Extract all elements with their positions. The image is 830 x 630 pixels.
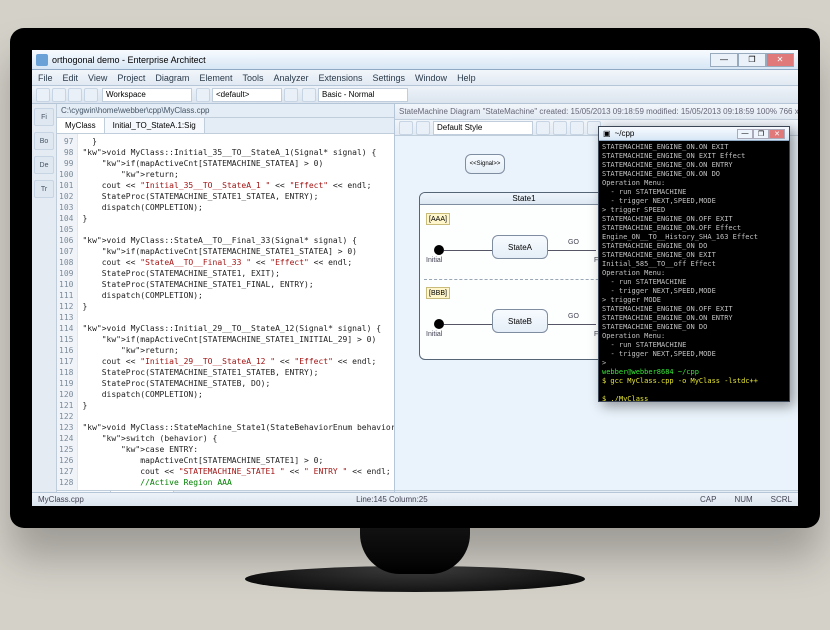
tb-print-icon[interactable]: [84, 88, 98, 102]
transition-line: [548, 324, 596, 325]
region-label-a: [AAA]: [426, 213, 450, 225]
perspective-select[interactable]: Workspace: [102, 88, 192, 102]
status-num: NUM: [734, 495, 752, 504]
status-cap: CAP: [700, 495, 716, 504]
tb-go-icon[interactable]: [284, 88, 298, 102]
tb-new-icon[interactable]: [36, 88, 50, 102]
state-b[interactable]: StateB: [492, 309, 548, 333]
menu-view[interactable]: View: [88, 73, 107, 83]
diagram-tb-icon[interactable]: [570, 121, 584, 135]
code-body[interactable]: 97 98 99 100 101 102 103 104 105 106 107…: [57, 134, 394, 490]
status-cursor: Line:145 Column:25: [356, 495, 428, 504]
console-close-button[interactable]: ✕: [769, 129, 785, 139]
menu-diagram[interactable]: Diagram: [155, 73, 189, 83]
menu-edit[interactable]: Edit: [63, 73, 79, 83]
editor-tabs: MyClassInitial_TO_StateA.1:Sig: [57, 118, 394, 134]
maximize-button[interactable]: ❐: [738, 53, 766, 67]
diagram-header: StateMachine Diagram "StateMachine" crea…: [395, 104, 798, 120]
code-text[interactable]: } "kw">void MyClass::Initial_35__TO__Sta…: [78, 134, 394, 490]
dock-bookm[interactable]: Bo: [34, 132, 54, 150]
state-a[interactable]: StateA: [492, 235, 548, 259]
menu-project[interactable]: Project: [117, 73, 145, 83]
console-window[interactable]: ▣ ~/cpp — ❐ ✕ STATEMACHINE_ENGINE_ON.ON …: [598, 126, 790, 402]
region-label-b: [BBB]: [426, 287, 450, 299]
diagram-style-select[interactable]: Default Style: [433, 121, 533, 135]
screen: orthogonal demo - Enterprise Architect —…: [32, 50, 798, 506]
signal-node[interactable]: <<Signal>>: [465, 154, 505, 174]
transition-line: [444, 250, 492, 251]
console-maximize-button[interactable]: ❐: [753, 129, 769, 139]
initial-label-a: Initial: [426, 257, 442, 264]
menu-tools[interactable]: Tools: [242, 73, 263, 83]
menu-bar[interactable]: File Edit View Project Diagram Element Tools An…: [32, 70, 798, 86]
transition-label-a: GO: [568, 239, 579, 246]
diagram-tb-icon[interactable]: [536, 121, 550, 135]
tb-open-icon[interactable]: [52, 88, 66, 102]
status-file: MyClass.cpp: [38, 495, 84, 504]
region-separator: [424, 279, 624, 280]
status-scrl: SCRL: [771, 495, 792, 504]
state-outer-title: State1: [420, 193, 628, 205]
menu-file[interactable]: File: [38, 73, 53, 83]
menu-extensions[interactable]: Extensions: [318, 73, 362, 83]
diagram-tb-icon[interactable]: [416, 121, 430, 135]
signal-label: <<Signal>>: [470, 161, 501, 167]
editor-tab[interactable]: Initial_TO_StateA.1:Sig: [105, 118, 205, 133]
dock-trace[interactable]: Tr: [34, 180, 54, 198]
tb-search-icon[interactable]: [196, 88, 210, 102]
window-title: orthogonal demo - Enterprise Architect: [52, 55, 206, 65]
initial-pseudostate-a[interactable]: [434, 245, 444, 255]
status-bar: MyClass.cpp Line:145 Column:25 CAP NUM S…: [32, 492, 798, 506]
menu-help[interactable]: Help: [457, 73, 476, 83]
dock-find[interactable]: Fi: [34, 108, 54, 126]
diagram-tb-icon[interactable]: [553, 121, 567, 135]
layout-select[interactable]: Basic - Normal: [318, 88, 408, 102]
state-a-label: StateA: [508, 243, 532, 252]
initial-label-b: Initial: [426, 331, 442, 338]
console-output[interactable]: STATEMACHINE_ENGINE_ON.ON EXIT STATEMACH…: [599, 141, 789, 401]
diagram-tb-icon[interactable]: [399, 121, 413, 135]
menu-settings[interactable]: Settings: [373, 73, 406, 83]
tb-save-icon[interactable]: [68, 88, 82, 102]
initial-pseudostate-b[interactable]: [434, 319, 444, 329]
transition-line: [548, 250, 596, 251]
editor-file-path: C:\cygwin\home\webber\cpp\MyClass.cpp: [57, 104, 394, 118]
diagram-title: StateMachine Diagram "StateMachine" crea…: [399, 107, 798, 116]
terminal-icon: ▣: [603, 129, 611, 138]
menu-window[interactable]: Window: [415, 73, 447, 83]
window-title-bar: orthogonal demo - Enterprise Architect —…: [32, 50, 798, 70]
minimize-button[interactable]: —: [710, 53, 738, 67]
console-minimize-button[interactable]: —: [737, 129, 753, 139]
menu-analyzer[interactable]: Analyzer: [273, 73, 308, 83]
console-title-bar[interactable]: ▣ ~/cpp — ❐ ✕: [599, 127, 789, 141]
line-gutter: 97 98 99 100 101 102 103 104 105 106 107…: [57, 134, 78, 490]
code-editor-pane: C:\cygwin\home\webber\cpp\MyClass.cpp My…: [57, 104, 395, 506]
close-button[interactable]: ✕: [766, 53, 794, 67]
tb-layout-icon[interactable]: [302, 88, 316, 102]
search-input[interactable]: <default>: [212, 88, 282, 102]
transition-label-b: GO: [568, 313, 579, 320]
menu-element[interactable]: Element: [199, 73, 232, 83]
left-dock: Fi Bo De Tr: [32, 104, 57, 506]
app-icon: [36, 54, 48, 66]
editor-tab[interactable]: MyClass: [57, 118, 105, 133]
main-toolbar: Workspace <default> Basic - Normal: [32, 86, 798, 104]
dock-debug[interactable]: De: [34, 156, 54, 174]
monitor-bezel: orthogonal demo - Enterprise Architect —…: [10, 28, 820, 528]
state-b-label: StateB: [508, 317, 532, 326]
transition-line: [444, 324, 492, 325]
console-title: ~/cpp: [615, 129, 635, 138]
